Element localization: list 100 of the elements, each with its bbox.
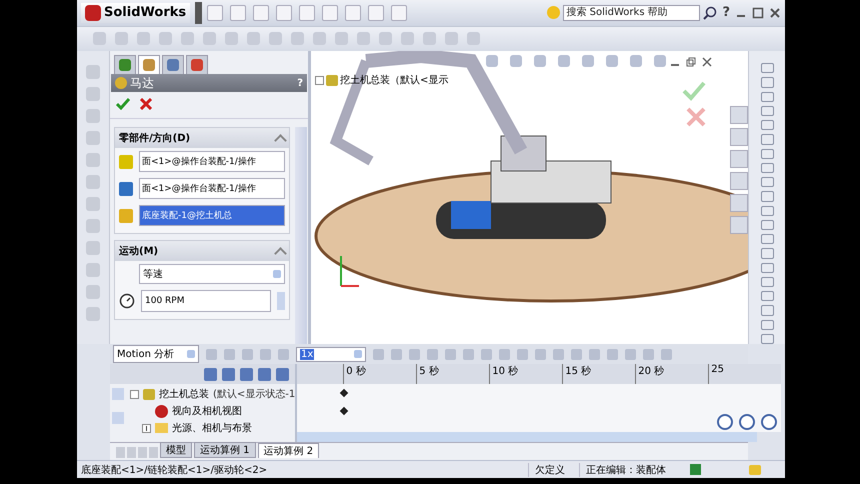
toolbar-icon[interactable] — [391, 348, 402, 360]
toolbar-icon[interactable] — [643, 348, 654, 360]
feature-icon[interactable] — [86, 241, 100, 256]
toolbar-icon[interactable] — [427, 348, 438, 360]
feature-icon[interactable] — [86, 263, 100, 278]
view-toolbar-icon[interactable] — [510, 55, 522, 68]
toolbar-icon[interactable] — [607, 348, 618, 360]
toolbar-icon[interactable] — [423, 32, 436, 46]
toolbar-icon[interactable] — [625, 348, 636, 360]
collapse-icon[interactable] — [130, 390, 139, 399]
toolbar-icon[interactable] — [291, 32, 304, 46]
app-logo[interactable]: SolidWorks — [81, 2, 190, 23]
toolbar-icon[interactable] — [322, 4, 338, 21]
toolbar-icon[interactable] — [93, 32, 106, 46]
study-tab[interactable]: 运动算例 1 — [194, 442, 256, 458]
toolbar-icon[interactable] — [467, 32, 480, 46]
sketch-tool-icon[interactable] — [760, 148, 774, 159]
feature-icon[interactable] — [86, 175, 100, 190]
toolbar-icon[interactable] — [225, 32, 238, 46]
toolbar-icon[interactable] — [203, 32, 216, 46]
scroll-down-icon[interactable] — [112, 412, 124, 424]
sketch-tool-icon[interactable] — [760, 191, 774, 202]
toolbar-icon[interactable] — [391, 4, 408, 21]
sketch-tool-icon[interactable] — [760, 305, 774, 316]
view-toolbar-icon[interactable] — [558, 55, 570, 68]
feature-icon[interactable] — [86, 307, 100, 322]
sketch-tool-icon[interactable] — [760, 334, 774, 344]
help-icon[interactable] — [690, 464, 701, 476]
task-pane-tab[interactable] — [730, 128, 748, 146]
cancel-icon[interactable] — [140, 98, 152, 110]
sketch-tool-icon[interactable] — [760, 177, 774, 188]
toolbar-icon[interactable] — [345, 4, 362, 21]
toolbar-icon[interactable] — [230, 4, 246, 21]
toolbar-icon[interactable] — [379, 32, 392, 46]
toolbar-icon[interactable] — [535, 348, 546, 360]
view-toolbar-icon[interactable] — [606, 55, 618, 68]
panel-tab[interactable] — [186, 55, 208, 74]
filter-icon[interactable] — [222, 368, 236, 381]
maximize-icon[interactable] — [752, 6, 764, 19]
study-tab[interactable]: 模型 — [160, 442, 192, 458]
restore-icon[interactable] — [686, 57, 696, 68]
toolbar-icon[interactable] — [368, 4, 384, 21]
confirm-icon[interactable] — [682, 81, 706, 102]
scrollbar[interactable] — [297, 432, 758, 442]
panel-tab[interactable] — [138, 55, 160, 74]
toolbar-icon[interactable] — [445, 348, 456, 360]
toolbar-icon[interactable] — [589, 348, 600, 360]
tab-nav-icon[interactable] — [127, 447, 136, 458]
zoom-icon[interactable] — [717, 414, 734, 430]
sketch-tool-icon[interactable] — [760, 220, 774, 230]
playback-icon[interactable] — [260, 348, 271, 360]
filter-icon[interactable] — [204, 368, 218, 381]
selection-field[interactable]: 底座装配-1@挖土机总 — [139, 205, 285, 226]
direction-button[interactable] — [119, 182, 133, 196]
toolbar-icon[interactable] — [247, 32, 260, 46]
study-type-dropdown[interactable]: Motion 分析 — [113, 345, 199, 364]
filter-icon[interactable] — [258, 368, 272, 381]
view-toolbar-icon[interactable] — [534, 55, 546, 68]
selection-field[interactable]: 面<1>@操作台装配-1/操作 — [139, 178, 285, 200]
panel-tab[interactable] — [114, 55, 136, 74]
tab-nav-icon[interactable] — [138, 447, 147, 458]
scroll-up-icon[interactable] — [112, 388, 124, 400]
toolbar-icon[interactable] — [357, 32, 370, 46]
zoom-icon[interactable] — [761, 414, 778, 430]
task-pane-tab[interactable] — [730, 150, 748, 168]
sketch-tool-icon[interactable] — [760, 134, 774, 145]
toolbar-icon[interactable] — [409, 348, 420, 360]
toolbar-icon[interactable] — [571, 348, 582, 360]
feature-icon[interactable] — [86, 131, 100, 146]
sketch-tool-icon[interactable] — [760, 206, 774, 216]
tree-label[interactable]: 挖土机总装 — [159, 387, 209, 402]
toolbar-icon[interactable] — [463, 348, 474, 360]
toolbar-icon[interactable] — [137, 32, 150, 46]
playback-icon[interactable] — [206, 348, 217, 360]
toolbar-icon[interactable] — [481, 348, 492, 360]
study-tab[interactable]: 运动算例 2 — [258, 443, 320, 458]
sketch-tool-icon[interactable] — [760, 77, 774, 88]
feature-icon[interactable] — [86, 65, 100, 80]
speed-field[interactable]: 100 RPM — [141, 290, 271, 312]
toolbar-icon[interactable] — [445, 32, 458, 46]
toolbar-icon[interactable] — [253, 4, 270, 21]
feature-icon[interactable] — [86, 197, 100, 212]
toolbar-icon[interactable] — [207, 4, 224, 21]
toolbar-icon[interactable] — [517, 348, 528, 360]
playback-speed-dropdown[interactable]: 1x — [296, 346, 366, 362]
feature-icon[interactable] — [86, 109, 100, 124]
help-button[interactable]: ? — [297, 78, 303, 89]
filter-icon[interactable] — [276, 368, 290, 381]
toolbar-icon[interactable] — [401, 32, 414, 46]
sketch-tool-icon[interactable] — [760, 92, 774, 102]
sketch-tool-icon[interactable] — [760, 276, 774, 288]
toolbar-icon[interactable] — [181, 32, 194, 46]
toolbar-icon[interactable] — [553, 348, 564, 360]
spinner-icon[interactable] — [277, 292, 285, 310]
toolbar-icon[interactable] — [115, 32, 128, 46]
task-pane-tab[interactable] — [730, 194, 748, 212]
scrollbar[interactable] — [295, 127, 307, 344]
sketch-tool-icon[interactable] — [760, 162, 774, 174]
close-icon[interactable] — [702, 57, 712, 68]
toolbar-icon[interactable] — [499, 348, 510, 360]
